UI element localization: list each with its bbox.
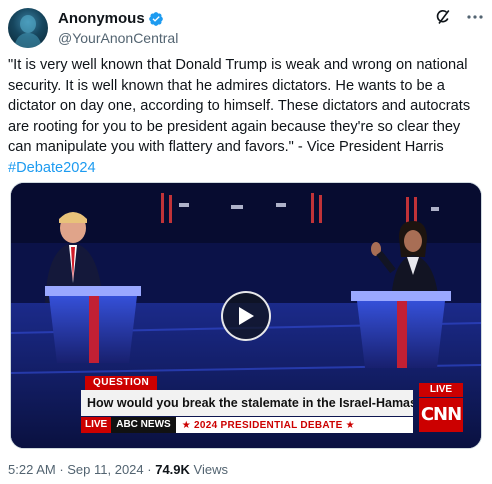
grok-icon[interactable] — [434, 8, 452, 26]
header-actions — [434, 8, 484, 26]
play-button[interactable] — [221, 291, 271, 341]
tweet-header: Anonymous @YourAnonCentral — [8, 8, 484, 48]
cnn-logo: CNN — [419, 398, 463, 432]
hooded-figure-icon — [14, 15, 42, 48]
meta-separator-2: · — [143, 462, 156, 477]
tweet-text: "It is very well known that Donald Trump… — [8, 57, 475, 155]
play-icon — [239, 307, 254, 325]
chyron-strip: LIVE ABC NEWS ★ 2024 PRESIDENTIAL DEBATE… — [81, 417, 413, 433]
meta-separator: · — [55, 462, 68, 477]
author-names: Anonymous @YourAnonCentral — [58, 10, 178, 47]
chyron-question: How would you break the stalemate in the… — [81, 390, 413, 416]
views-count: 74.9K — [155, 462, 190, 477]
video-player[interactable]: QUESTION How would you break the stalema… — [10, 182, 482, 449]
strip-live-label: LIVE — [81, 417, 112, 433]
tweet-body: "It is very well known that Donald Trump… — [8, 55, 484, 178]
tweet-meta: 5:22 AM · Sep 11, 2024 · 74.9K Views — [8, 462, 228, 478]
author-display-name[interactable]: Anonymous — [58, 10, 145, 28]
tweet-date[interactable]: Sep 11, 2024 — [67, 462, 143, 477]
verified-badge-icon — [148, 12, 163, 26]
hashtag-link[interactable]: #Debate2024 — [8, 160, 96, 176]
tweet-time[interactable]: 5:22 AM — [8, 462, 56, 477]
chyron-label: QUESTION — [85, 376, 158, 390]
strip-network-label: ABC NEWS — [111, 417, 176, 433]
strip-event-label: ★ 2024 PRESIDENTIAL DEBATE ★ — [181, 419, 355, 431]
live-badge: LIVE — [419, 383, 463, 397]
views-label: Views — [189, 462, 228, 477]
more-icon[interactable] — [466, 8, 484, 26]
author-handle[interactable]: @YourAnonCentral — [58, 29, 178, 47]
avatar[interactable] — [8, 8, 48, 48]
